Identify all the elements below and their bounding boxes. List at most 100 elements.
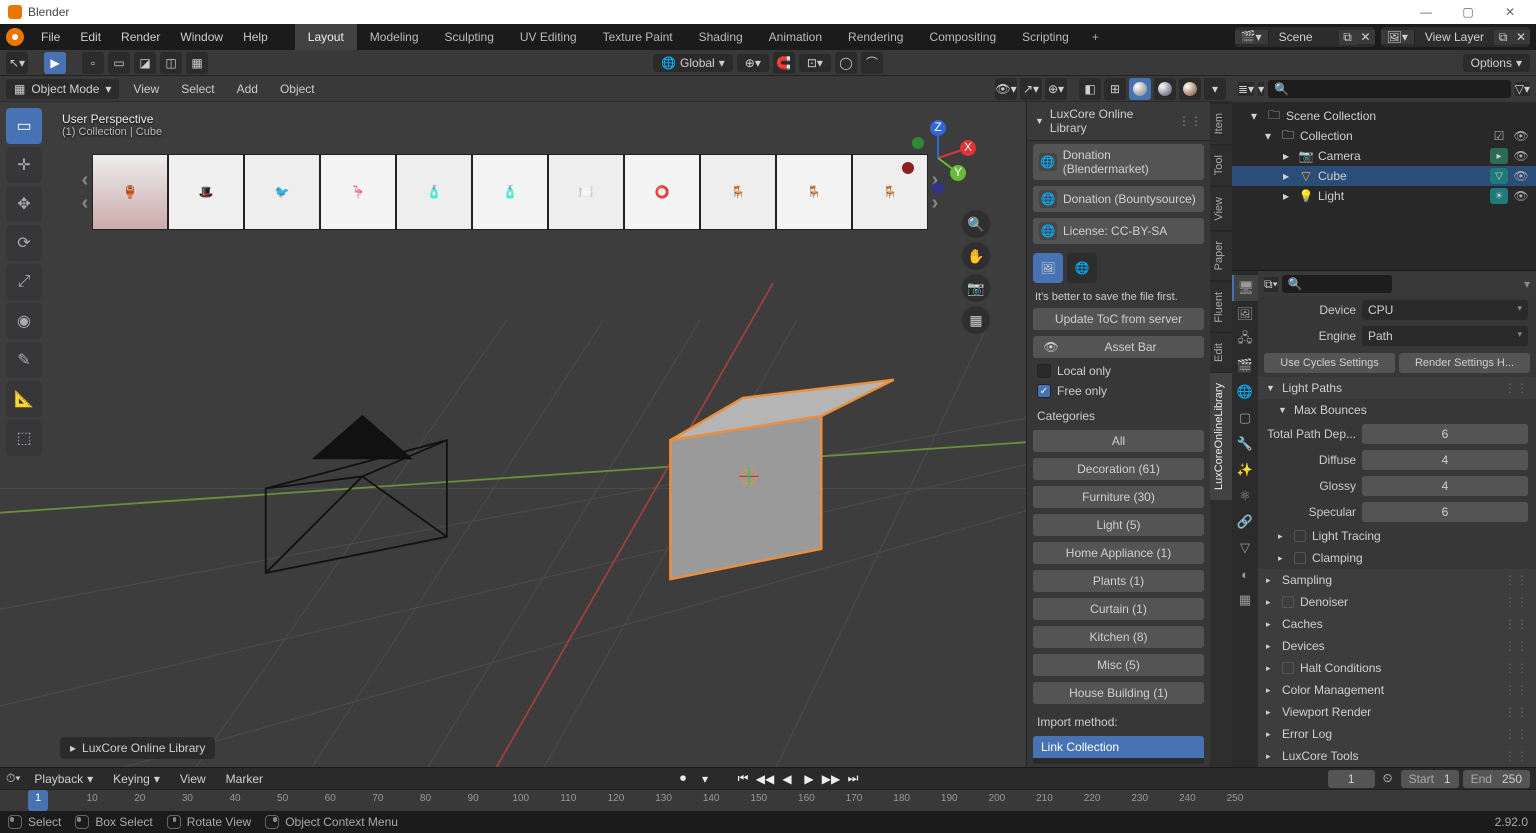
play-rev-icon[interactable]: ◀ [778,770,796,788]
autokey-menu[interactable]: ▾ [696,770,714,788]
cat-all[interactable]: All [1033,430,1204,452]
options-menu[interactable]: Options ▾ [1463,54,1530,72]
ptab-output[interactable]: 🖼 [1232,301,1258,327]
persp-gizmo-icon[interactable]: ▦ [962,306,990,334]
glossy-value[interactable]: 4 [1362,476,1528,496]
vtab-fluent[interactable]: Fluent [1210,281,1232,333]
npanel-header[interactable]: ▼LuxCore Online Library⋮⋮ [1027,102,1210,141]
blender-icon[interactable] [6,28,24,46]
ptab-physics[interactable]: ⚛ [1232,483,1258,509]
asset-thumb-8[interactable]: ⭕ [624,154,700,230]
hdr-devices[interactable]: ▸Devices⋮⋮ [1258,635,1536,657]
ptab-scene[interactable]: 🎬 [1232,353,1258,379]
keying-menu[interactable]: Keying ▾ [107,770,166,788]
tool-annotate[interactable]: ✎ [6,342,42,378]
tool-cursor[interactable]: ✛ [6,147,42,183]
total-path-value[interactable]: 6 [1362,424,1528,444]
hdr-sampling[interactable]: ▸Sampling⋮⋮ [1258,569,1536,591]
asset-thumb-9[interactable]: 🪑 [700,154,776,230]
restrict-icon[interactable]: ☀ [1490,188,1508,204]
outliner-search[interactable]: 🔍 [1268,80,1511,98]
menu-edit[interactable]: Edit [71,26,110,48]
xray-toggle-icon[interactable]: ◧ [1079,78,1101,100]
asset-thumb-1[interactable]: 🏺 [92,154,168,230]
diffuse-value[interactable]: 4 [1362,450,1528,470]
scene-new[interactable]: ⧉ [1339,30,1357,45]
vtab-view[interactable]: View [1210,186,1232,231]
tl-marker-menu[interactable]: Marker [220,770,269,788]
outliner-scene-collection[interactable]: ▾🗀Scene Collection [1232,106,1536,126]
tool-move[interactable]: ✥ [6,186,42,222]
props-more[interactable]: ▾ [1524,277,1530,291]
menu-file[interactable]: File [32,26,69,48]
link-donation-bs[interactable]: 🌐Donation (Bountysource) [1033,186,1204,212]
vtab-tool[interactable]: Tool [1210,144,1232,185]
hdr-light-tracing[interactable]: ▸Light Tracing [1258,525,1536,547]
link-donation-bm[interactable]: 🌐Donation (Blendermarket) [1033,144,1204,180]
workspace-sculpting[interactable]: Sculpting [432,24,507,50]
cat-furniture[interactable]: Furniture (30) [1033,486,1204,508]
import-append-objects[interactable]: Append Objects [1033,758,1204,764]
ptab-texture[interactable]: ▦ [1232,587,1258,613]
use-cycles-button[interactable]: Use Cycles Settings [1264,353,1395,373]
viewlayer-name[interactable]: View Layer [1415,30,1494,44]
current-frame-marker[interactable]: 1 [28,790,48,811]
asset-thumb-4[interactable]: 🦩 [320,154,396,230]
zoom-gizmo-icon[interactable]: 🔍 [962,210,990,238]
ptab-world[interactable]: 🌐 [1232,379,1258,405]
asset-thumb-2[interactable]: 🎩 [168,154,244,230]
local-only-checkbox[interactable]: Local only [1027,361,1210,381]
snap-toggle[interactable]: 🧲 [773,52,795,74]
outliner-filter[interactable]: ▽▾ [1515,82,1530,96]
menu-help[interactable]: Help [234,26,277,48]
view-menu-icon[interactable]: 👁▾ [995,78,1017,100]
props-search[interactable]: 🔍 [1282,275,1392,293]
minimize-button[interactable]: — [1408,5,1444,19]
timeclock-icon[interactable]: ⏲ [1379,770,1397,788]
asset-prev-icon[interactable]: ‹‹ [78,154,92,230]
snap-increment-icon[interactable]: ▦ [186,52,208,74]
workspace-shading[interactable]: Shading [686,24,756,50]
tool-addcube[interactable]: ⬚ [6,420,42,456]
nav-gizmo[interactable]: X Y Z [898,118,978,198]
device-select[interactable]: CPU▾ [1362,300,1528,320]
viewlayer-del[interactable]: ✕ [1512,30,1530,44]
toggle-preview-a[interactable]: 🖼 [1033,253,1063,283]
close-button[interactable]: ✕ [1492,5,1528,19]
ptab-material[interactable]: ◐ [1232,561,1258,587]
cat-decoration[interactable]: Decoration (61) [1033,458,1204,480]
cursor-tool-icon[interactable]: ↖▾ [6,52,28,74]
snap-vertex-icon[interactable]: ▫ [82,52,104,74]
ptab-viewlayer[interactable]: 🖧 [1232,327,1258,353]
shading-menu-icon[interactable]: ▾ [1204,78,1226,100]
camera-gizmo-icon[interactable]: 📷 [962,274,990,302]
free-only-checkbox[interactable]: ✓Free only [1027,381,1210,401]
asset-thumb-7[interactable]: 🍽️ [548,154,624,230]
bottom-panel-toggle[interactable]: ▸ LuxCore Online Library [60,737,215,759]
ptab-render[interactable]: 🖥 [1232,275,1258,301]
restrict-icon[interactable]: ▽ [1490,168,1508,184]
current-frame[interactable]: 1 [1328,770,1375,788]
playback-menu[interactable]: Playback ▾ [28,770,99,788]
cat-plants[interactable]: Plants (1) [1033,570,1204,592]
link-license[interactable]: 🌐License: CC-BY-SA [1033,218,1204,244]
outliner-viewmode[interactable]: ▾ [1258,82,1264,96]
workspace-texturepaint[interactable]: Texture Paint [590,24,686,50]
hdr-halt[interactable]: ▸Halt Conditions⋮⋮ [1258,657,1536,679]
tool-measure[interactable]: 📐 [6,381,42,417]
workspace-add[interactable]: + [1082,30,1109,44]
outliner-displaymode[interactable]: ≣▾ [1238,82,1254,96]
cat-kitchen[interactable]: Kitchen (8) [1033,626,1204,648]
ptab-data[interactable]: ▽ [1232,535,1258,561]
proportional-menu[interactable]: ⌒ [861,52,883,74]
tool-scale[interactable]: ⤢ [6,264,42,300]
vp-menu-view[interactable]: View [125,79,167,99]
tool-transform[interactable]: ◉ [6,303,42,339]
hdr-denoiser[interactable]: ▸Denoiser⋮⋮ [1258,591,1536,613]
pivot-select[interactable]: ⊕▾ [737,54,769,72]
snap-edge-icon[interactable]: ▭ [108,52,130,74]
scene-selector[interactable]: 🎬▾ Scene ⧉ ✕ [1235,27,1375,47]
hdr-light-paths[interactable]: ▼Light Paths⋮⋮ [1258,377,1536,399]
hdr-errorlog[interactable]: ▸Error Log⋮⋮ [1258,723,1536,745]
cat-misc[interactable]: Misc (5) [1033,654,1204,676]
